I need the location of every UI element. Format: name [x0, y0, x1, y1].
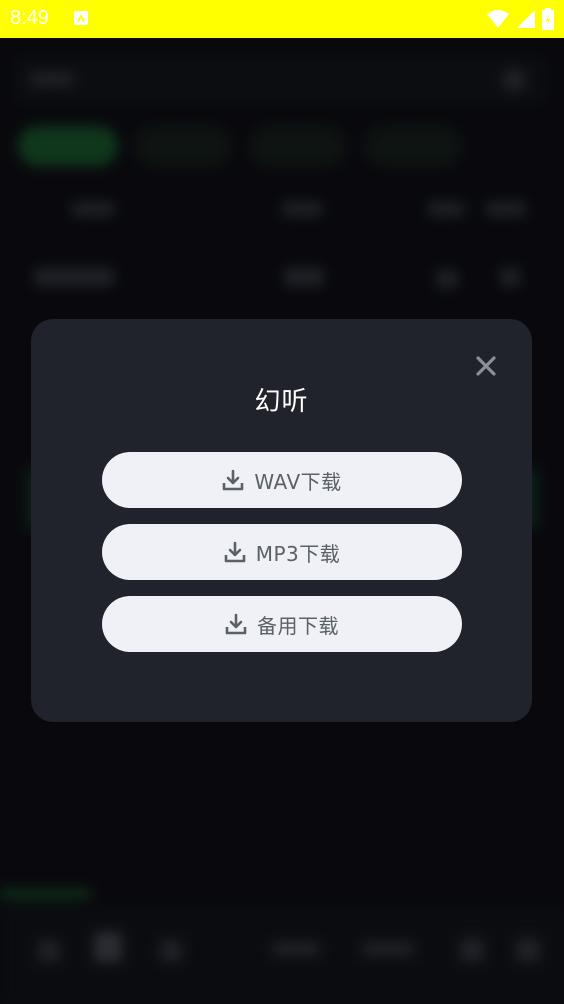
wav-download-button[interactable]: WAV下载	[102, 452, 462, 508]
download-icon	[224, 541, 246, 563]
mp3-download-button[interactable]: MP3下载	[102, 524, 462, 580]
cell-signal-icon	[517, 10, 535, 28]
backup-download-label: 备用下载	[257, 613, 339, 638]
download-icon	[223, 469, 244, 491]
app-notification-icon	[74, 11, 88, 25]
download-dialog: 幻听 WAV下载 MP3下载 备用下载	[31, 319, 532, 722]
dialog-title: 幻听	[254, 387, 309, 417]
battery-icon	[542, 8, 554, 30]
wav-download-label: WAV下载	[254, 469, 342, 494]
wifi-icon	[487, 10, 509, 28]
status-bar: 8:49	[0, 0, 564, 38]
status-time: 8:49	[10, 7, 49, 29]
close-icon	[476, 356, 496, 376]
close-button[interactable]	[469, 349, 503, 383]
backup-download-button[interactable]: 备用下载	[102, 596, 462, 652]
download-icon	[225, 613, 247, 635]
mp3-download-label: MP3下载	[255, 541, 341, 566]
